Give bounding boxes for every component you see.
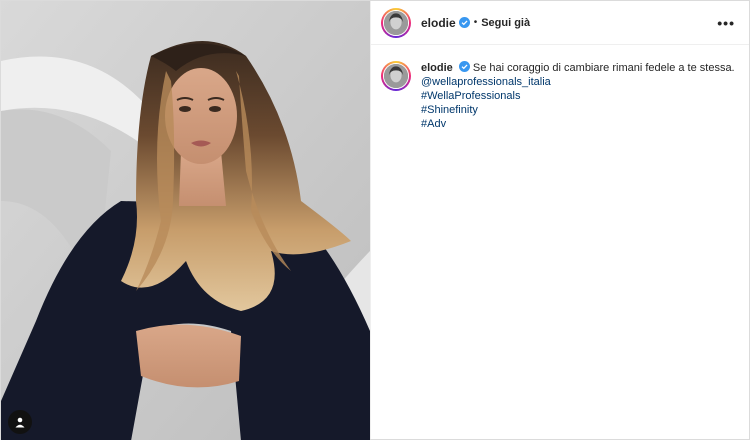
hashtag-link-shinefinity[interactable]: #Shinefinity	[421, 103, 735, 117]
mention-link-wellaprofessionals-italia[interactable]: @wellaprofessionals_italia	[421, 75, 735, 89]
following-button[interactable]: Segui già	[481, 17, 530, 29]
photo-illustration	[1, 1, 370, 440]
hashtag-link-wellaprofessionals[interactable]: #WellaProfessionals	[421, 89, 735, 103]
instagram-post: elodie • Segui già ••• elodie Se hai cor…	[0, 0, 750, 440]
avatar-image	[383, 9, 409, 36]
username-link[interactable]: elodie	[421, 16, 456, 30]
avatar-image	[383, 63, 409, 89]
user-icon	[15, 417, 25, 428]
avatar[interactable]	[381, 7, 411, 38]
caption-body: elodie Se hai coraggio di cambiare riman…	[421, 61, 735, 131]
separator-dot: •	[473, 17, 478, 28]
more-options-icon[interactable]: •••	[713, 15, 739, 31]
verified-badge-icon	[458, 61, 470, 72]
tag-user-button[interactable]	[8, 410, 32, 434]
caption: elodie Se hai coraggio di cambiare riman…	[371, 45, 749, 131]
caption-username-link[interactable]: elodie	[421, 62, 453, 74]
caption-text: Se hai coraggio di cambiare rimani fedel…	[472, 62, 735, 74]
post-side-panel: elodie • Segui già ••• elodie Se hai cor…	[370, 1, 749, 439]
caption-avatar[interactable]	[381, 61, 411, 91]
hashtag-link-adv[interactable]: #Adv	[421, 117, 735, 131]
post-image[interactable]	[1, 1, 370, 440]
post-header: elodie • Segui già •••	[371, 1, 749, 45]
verified-badge-icon	[458, 17, 470, 28]
